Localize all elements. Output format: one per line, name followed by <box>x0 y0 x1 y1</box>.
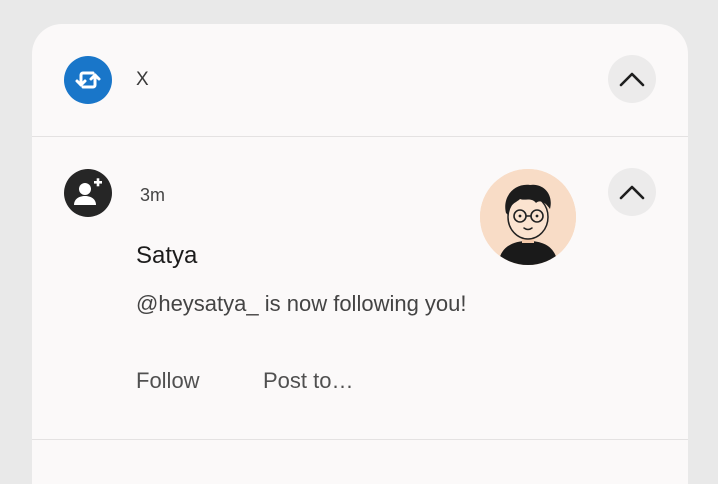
collapse-notification-button[interactable] <box>608 168 656 216</box>
person-add-icon <box>64 169 112 217</box>
notification-card: X 3m Satya @heysatya_ is now following y… <box>32 24 688 484</box>
follow-button[interactable]: Follow <box>136 368 200 394</box>
app-header[interactable]: X <box>32 24 688 137</box>
retweet-icon <box>64 56 112 104</box>
chevron-up-icon <box>619 72 645 87</box>
notification-message: @heysatya_ is now following you! <box>136 291 467 316</box>
notification-time: 3m <box>140 185 166 205</box>
collapse-group-button[interactable] <box>608 55 656 103</box>
chevron-up-icon <box>619 185 645 200</box>
follow-notification[interactable]: 3m Satya @heysatya_ is now following you… <box>32 137 688 440</box>
avatar <box>480 169 576 265</box>
post-to-button[interactable]: Post to… <box>263 368 353 394</box>
notification-title: Satya <box>136 242 198 269</box>
app-name: X <box>136 69 149 90</box>
